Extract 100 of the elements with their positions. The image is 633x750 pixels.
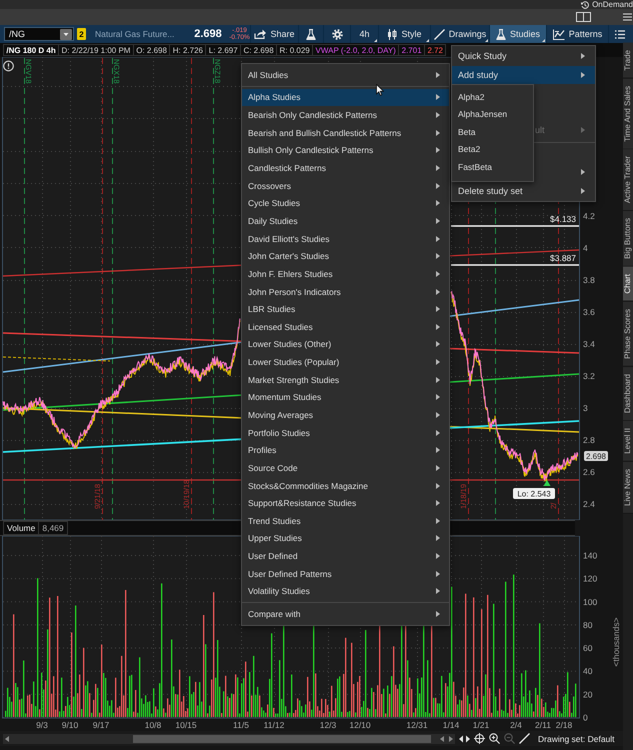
symbol-field[interactable]: /NG (4, 27, 74, 41)
crosshair-icon[interactable] (474, 733, 485, 744)
menu-item[interactable]: Momentum Studies (242, 388, 449, 406)
menu-icon (614, 30, 624, 38)
menu-item[interactable]: User Defined Patterns (242, 564, 449, 583)
scrollbar-thumb[interactable] (133, 734, 431, 742)
side-tab[interactable]: Big Buttons (623, 211, 633, 268)
menu-item[interactable]: John Person's Indicators (242, 282, 449, 300)
menu-item[interactable]: Profiles (242, 441, 449, 460)
menu-item[interactable]: User Defined (242, 547, 449, 565)
menu-item[interactable]: Moving Averages (242, 406, 449, 424)
side-tab[interactable]: Trade (623, 43, 633, 79)
corner-triangle-icon (542, 39, 545, 42)
side-tab[interactable]: Chart (623, 267, 633, 302)
menu-item[interactable]: Support&Resistance Studies (242, 494, 449, 512)
layout-icon[interactable] (576, 12, 591, 22)
menu-item[interactable]: All Studies (242, 66, 449, 84)
flask-icon (496, 28, 506, 40)
menu-item[interactable]: FastBeta (452, 158, 533, 176)
menu-item[interactable]: John F. Ehlers Studies (242, 265, 449, 283)
menu-item[interactable]: Portfolio Studies (242, 424, 449, 442)
side-tab[interactable]: Dashboard (623, 366, 633, 421)
menu-item[interactable]: Beta2 (452, 140, 533, 158)
menu-item[interactable]: Lower Studies (Popular) (242, 353, 449, 371)
side-tab[interactable]: Level II (623, 420, 633, 462)
axis-label: 20 (583, 689, 592, 700)
side-tab[interactable]: Time And Sales (623, 78, 633, 150)
date-label: 11/12 (264, 720, 284, 730)
menu-item[interactable]: Source Code (242, 459, 449, 477)
menu-item[interactable]: Bearish Only Candlestick Patterns (242, 106, 449, 124)
axis-label: 3.2 (583, 371, 595, 381)
menu-item[interactable]: Add study (452, 66, 595, 84)
side-tab[interactable]: Active Trader (623, 149, 633, 212)
date-label: 1/21 (472, 720, 490, 730)
expand-arrows-icon[interactable] (459, 734, 470, 742)
dropdown-caret-icon[interactable] (60, 28, 72, 40)
date-label: 10/15 (175, 720, 197, 730)
menu-item[interactable]: David Elliott's Studies (242, 230, 449, 248)
right-arrow-icon[interactable] (449, 736, 453, 742)
alert-icon[interactable] (3, 60, 14, 72)
menu-item[interactable]: Volatility Studies (242, 582, 449, 600)
menu-item[interactable]: LBR Studies (242, 300, 449, 318)
axis-label: 2.8 (583, 435, 595, 445)
left-arrow-icon[interactable] (440, 736, 444, 742)
axis-label: 120 (583, 574, 598, 584)
volume-value: 8,469 (39, 521, 68, 535)
menu-item[interactable]: Bullish Only Candlestick Patterns (242, 142, 449, 160)
menu-item[interactable]: Delete study set (452, 182, 595, 200)
menu-item[interactable]: AlphaJensen (452, 106, 533, 123)
studies-button[interactable]: Studies (489, 25, 546, 43)
side-tab[interactable]: Phase Scores (623, 302, 633, 367)
menu-item[interactable]: Licensed Studies (242, 318, 449, 336)
study-value: 2.701 (399, 44, 426, 56)
ondemand-button[interactable]: OnDemand (581, 0, 633, 9)
date-label: 2/11 (535, 720, 551, 730)
side-tab[interactable]: Live News (623, 462, 633, 514)
price-level-label: $3.887 (550, 253, 576, 263)
menu-item[interactable]: Market Strength Studies (242, 370, 449, 389)
axis-unit-label: <thousands> (611, 617, 621, 667)
menu-icon[interactable] (623, 13, 632, 21)
left-arrow-icon[interactable] (5, 736, 9, 742)
menu-item[interactable]: Compare with (242, 605, 449, 623)
zoom-in-icon[interactable] (489, 733, 500, 744)
price-field: C: 2.698 (241, 44, 278, 56)
menu-item[interactable]: Daily Studies (242, 212, 449, 230)
menu-item[interactable]: Stocks&Commodities Magazine (242, 476, 449, 494)
menu-item[interactable]: Cycle Studies (242, 194, 449, 212)
menu-item[interactable]: Alpha2 (452, 88, 533, 106)
menu-item[interactable]: Crossovers (242, 176, 449, 194)
axis-label: 80 (583, 620, 592, 630)
menu-item[interactable]: Candlestick Patterns (242, 159, 449, 177)
scrollbar[interactable] (3, 734, 455, 744)
menu-item[interactable]: Quick Study (452, 47, 595, 66)
axis-label: 100 (583, 596, 598, 607)
link-badge[interactable]: 2 (77, 28, 86, 40)
price-level-label: $4.133 (550, 214, 576, 224)
drawing-set-label[interactable]: Drawing set: Default (538, 734, 615, 744)
menu-item[interactable]: Lower Studies (Other) (242, 336, 449, 354)
price-field: H: 2.726 (170, 44, 206, 56)
date-label: 12/31 (406, 720, 428, 730)
axis-label: 0 (583, 712, 588, 722)
axis-label: 4 (583, 243, 588, 253)
date-label: 9/17 (92, 720, 110, 730)
menu-item[interactable]: Bearish and Bullish Candlestick Patterns (242, 124, 449, 142)
menu-item[interactable]: Trend Studies (242, 512, 449, 530)
corner-triangle-icon (485, 39, 488, 42)
date-label: 12/10 (349, 720, 371, 730)
menu-item[interactable]: Beta (452, 123, 533, 140)
price-field: R: 0.029 (277, 44, 314, 56)
date-label: 2/18 (556, 720, 572, 730)
price-field: O: 2.698 (134, 44, 170, 56)
diagonal-line-icon[interactable] (519, 733, 530, 744)
mouse-pointer-icon (376, 84, 384, 96)
last-price-tag: 2.698 (584, 451, 608, 461)
axis-label: 140 (583, 550, 598, 560)
menu-item[interactable]: Upper Studies (242, 530, 449, 548)
menu-item[interactable]: Alpha Studies (242, 88, 449, 106)
menu-item[interactable]: John Carter's Studies (242, 247, 449, 266)
axis-label: 3 (583, 403, 588, 413)
axis-label: 2.6 (583, 467, 595, 477)
